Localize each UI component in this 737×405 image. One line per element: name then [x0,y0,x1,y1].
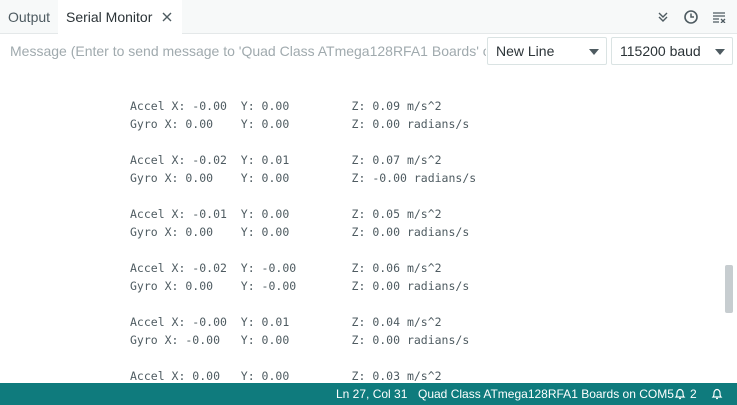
serial-output[interactable]: Accel X: -0.00 Y: 0.00 Z: 0.09 m/s^2 Gyr… [0,68,737,382]
output-line: Gyro X: -0.00 Y: 0.00 Z: 0.00 radians/s [130,333,470,347]
serial-input-row: New Line 115200 baud [0,34,737,68]
bell-icon[interactable] [711,383,723,405]
output-line: Accel X: -0.01 Y: 0.00 Z: 0.05 m/s^2 [130,207,442,221]
clear-output-icon[interactable] [711,9,727,25]
output-line: Accel X: -0.00 Y: 0.01 Z: 0.04 m/s^2 [130,315,442,329]
tab-output[interactable]: Output [8,0,50,33]
notifications-count: 2 [690,387,697,401]
line-ending-select[interactable]: New Line [487,37,607,65]
notifications-indicator[interactable]: 2 [674,383,697,405]
tab-output-label: Output [8,8,51,25]
baud-rate-value: 115200 baud [620,43,701,59]
output-line: Accel X: 0.00 Y: 0.00 Z: 0.03 m/s^2 [130,369,442,382]
output-line: Accel X: -0.02 Y: -0.00 Z: 0.06 m/s^2 [130,261,442,275]
panel-tab-bar: Output Serial Monitor [0,0,737,35]
output-line: Gyro X: 0.00 Y: 0.00 Z: 0.00 radians/s [130,117,470,131]
output-scrollbar[interactable] [725,265,733,313]
clock-icon[interactable] [683,9,699,25]
output-line: Gyro X: 0.00 Y: 0.00 Z: -0.00 radians/s [130,171,477,185]
caret-down-icon [715,49,725,55]
output-line: Gyro X: 0.00 Y: 0.00 Z: 0.00 radians/s [130,225,470,239]
line-ending-value: New Line [496,43,555,59]
output-line: Gyro X: 0.00 Y: -0.00 Z: 0.00 radians/s [130,279,470,293]
tab-serial-monitor-label: Serial Monitor [66,8,153,25]
cursor-position[interactable]: Ln 27, Col 31 [336,383,407,405]
message-input[interactable] [4,38,492,64]
status-bar: Ln 27, Col 31 Quad Class ATmega128RFA1 B… [0,383,737,405]
output-lines: Accel X: -0.00 Y: 0.00 Z: 0.09 m/s^2 Gyr… [130,97,476,382]
caret-down-icon [589,49,599,55]
chevron-double-down-icon[interactable] [655,9,671,25]
output-line: Accel X: -0.02 Y: 0.01 Z: 0.07 m/s^2 [130,153,442,167]
notification-icon [674,388,686,400]
close-icon[interactable] [160,10,174,24]
board-port-status[interactable]: Quad Class ATmega128RFA1 Boards on COM5 [418,383,674,405]
output-line: Accel X: -0.00 Y: 0.00 Z: 0.09 m/s^2 [130,99,442,113]
baud-rate-select[interactable]: 115200 baud [611,37,733,65]
panel-toolbar [655,0,727,33]
tab-serial-monitor[interactable]: Serial Monitor [58,0,183,35]
